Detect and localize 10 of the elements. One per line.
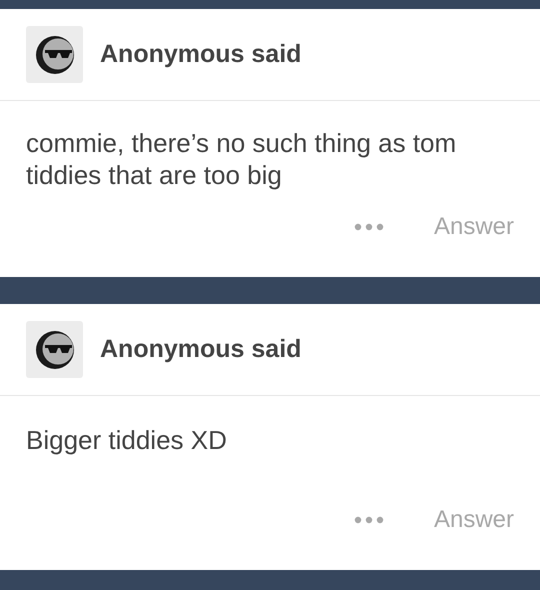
more-icon[interactable] — [354, 516, 384, 524]
question-text: Bigger tiddies XD — [25, 424, 228, 456]
author-name: Anonymous said — [100, 40, 302, 69]
avatar-icon — [26, 321, 83, 378]
answer-button[interactable]: Answer — [434, 213, 514, 241]
answer-button[interactable]: Answer — [434, 506, 514, 534]
author-name: Anonymous said — [100, 335, 302, 364]
more-icon[interactable] — [354, 223, 384, 231]
question-text: commie, there’s no such thing as tom tiddies that are too big — [25, 127, 458, 191]
avatar-icon — [26, 26, 83, 83]
